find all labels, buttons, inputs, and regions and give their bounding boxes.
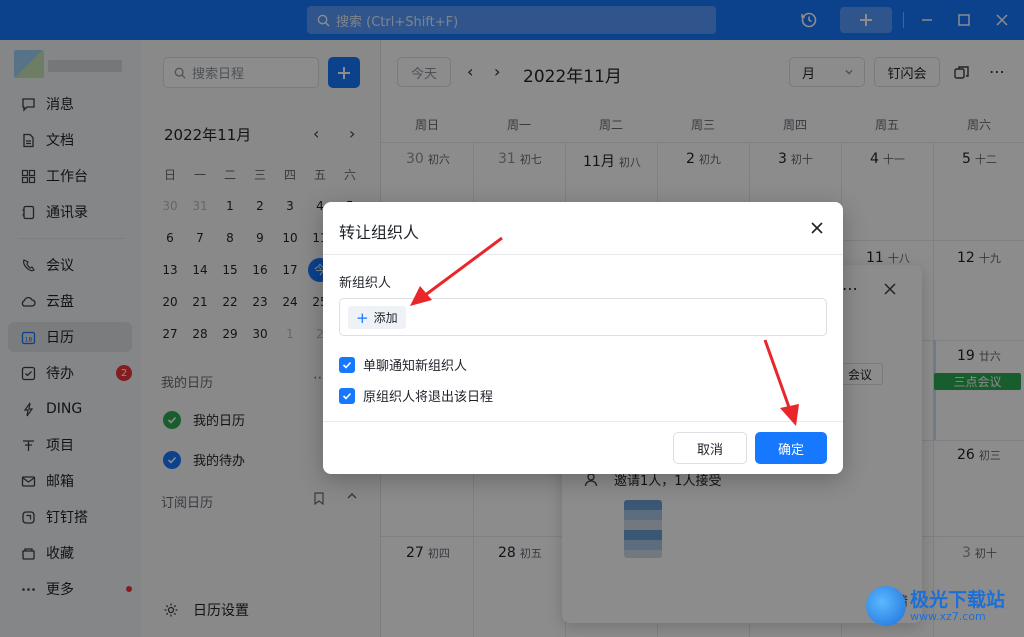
dialog-divider: [323, 421, 843, 422]
checkbox-label: 原组织人将退出该日程: [363, 390, 494, 405]
notify-new-organizer-checkbox[interactable]: 单聊通知新组织人: [339, 355, 467, 374]
add-organizer-label: 添加: [373, 311, 398, 325]
dialog-divider: [323, 254, 843, 255]
cancel-button[interactable]: 取消: [673, 432, 747, 464]
watermark-url: www.xz7.com: [910, 609, 986, 623]
close-icon[interactable]: [807, 218, 827, 238]
new-organizer-field[interactable]: + 添加: [339, 298, 827, 336]
plus-icon: +: [356, 308, 369, 327]
site-watermark: 极光下载站 www.xz7.com: [866, 586, 1005, 626]
checkbox-label: 单聊通知新组织人: [363, 359, 468, 374]
watermark-text: 极光下载站 www.xz7.com: [910, 590, 1005, 623]
leave-schedule-checkbox[interactable]: 原组织人将退出该日程: [339, 386, 493, 405]
dialog-title: 转让组织人: [339, 223, 420, 242]
add-organizer-button[interactable]: + 添加: [348, 306, 406, 329]
checkbox-checked-icon: [339, 387, 355, 404]
transfer-organizer-dialog: 转让组织人 新组织人 + 添加 单聊通知新组织人 原组织人将退出该日程 取消 确…: [323, 202, 843, 474]
checkbox-checked-icon: [339, 356, 355, 373]
confirm-button[interactable]: 确定: [755, 432, 827, 464]
watermark-logo: [866, 586, 906, 626]
new-organizer-label: 新组织人: [339, 276, 392, 291]
watermark-name: 极光下载站: [910, 588, 1006, 611]
